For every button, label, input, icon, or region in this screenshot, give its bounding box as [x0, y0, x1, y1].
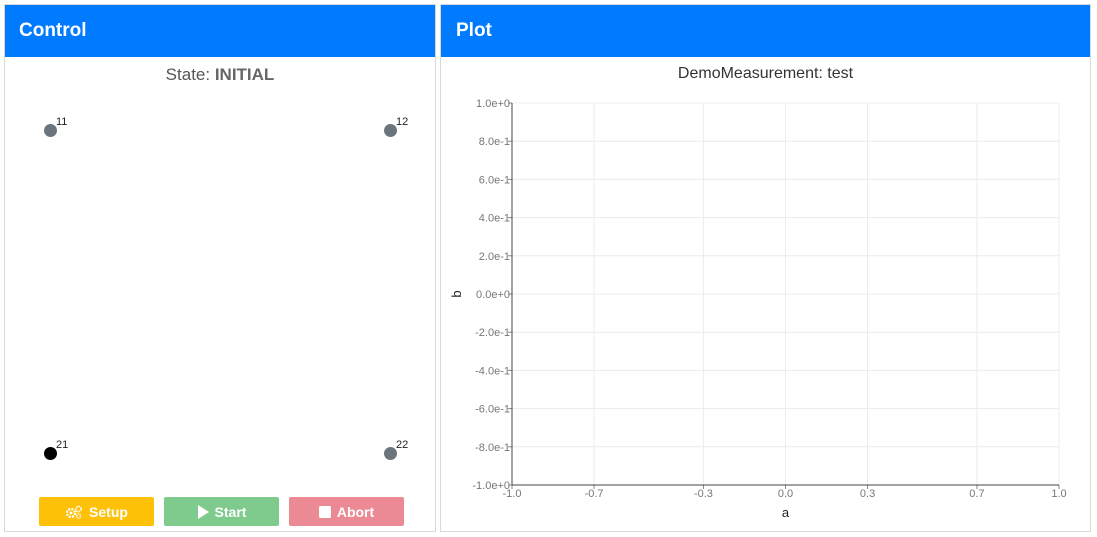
control-panel: Control State: INITIAL 11 12 21 22 Setup… [4, 4, 436, 532]
start-button[interactable]: Start [164, 497, 279, 526]
x-tick-label: -0.3 [694, 488, 713, 500]
control-panel-header: Control [5, 5, 435, 57]
abort-button-label: Abort [336, 503, 375, 520]
abort-button[interactable]: Abort [289, 497, 404, 526]
control-panel-title: Control [19, 20, 87, 41]
state-prefix: State: [165, 65, 215, 84]
y-tick-label: 6.0e-1 [479, 174, 510, 186]
y-tick-label: -6.0e-1 [475, 404, 510, 416]
state-indicator: State: INITIAL [5, 65, 435, 85]
x-tick-label: 0.7 [969, 488, 984, 500]
x-tick-label: -0.7 [585, 488, 604, 500]
x-tick-label: 1.0 [1051, 488, 1066, 500]
x-axis-label: a [782, 505, 790, 520]
y-tick-label: 1.0e+0 [476, 98, 510, 110]
node-12-label: 12 [396, 116, 409, 128]
x-tick-label: 0.0 [778, 488, 793, 500]
stop-icon [318, 505, 331, 518]
y-axis-label: b [449, 290, 464, 297]
setup-button[interactable]: Setup [39, 497, 154, 526]
node-22-label: 22 [396, 439, 409, 451]
plot-panel: Plot DemoMeasurement: test 1.0e+0 8.0e-1 6… [440, 4, 1091, 532]
y-tick-label: -8.0e-1 [475, 442, 510, 454]
y-tick-label: -4.0e-1 [475, 365, 510, 377]
play-icon [197, 504, 209, 519]
start-button-label: Start [214, 503, 247, 520]
node-11-label: 11 [56, 116, 68, 128]
chart-canvas[interactable]: 1.0e+0 8.0e-1 6.0e-1 4.0e-1 2.0e-1 0.0e+0 -2.0… [441, 5, 1090, 531]
node-21-label: 21 [56, 439, 69, 451]
y-tick-label: -2.0e-1 [475, 327, 510, 339]
y-tick-label: 4.0e-1 [479, 213, 510, 225]
y-tick-label: 2.0e-1 [479, 251, 510, 263]
x-tick-label: -1.0 [503, 488, 522, 500]
y-tick-label: 0.0e+0 [476, 289, 510, 301]
gears-icon [65, 505, 83, 519]
x-tick-label: 0.3 [860, 488, 875, 500]
setup-button-label: Setup [89, 503, 128, 520]
y-tick-label: 8.0e-1 [479, 136, 510, 148]
state-value: INITIAL [214, 65, 275, 84]
